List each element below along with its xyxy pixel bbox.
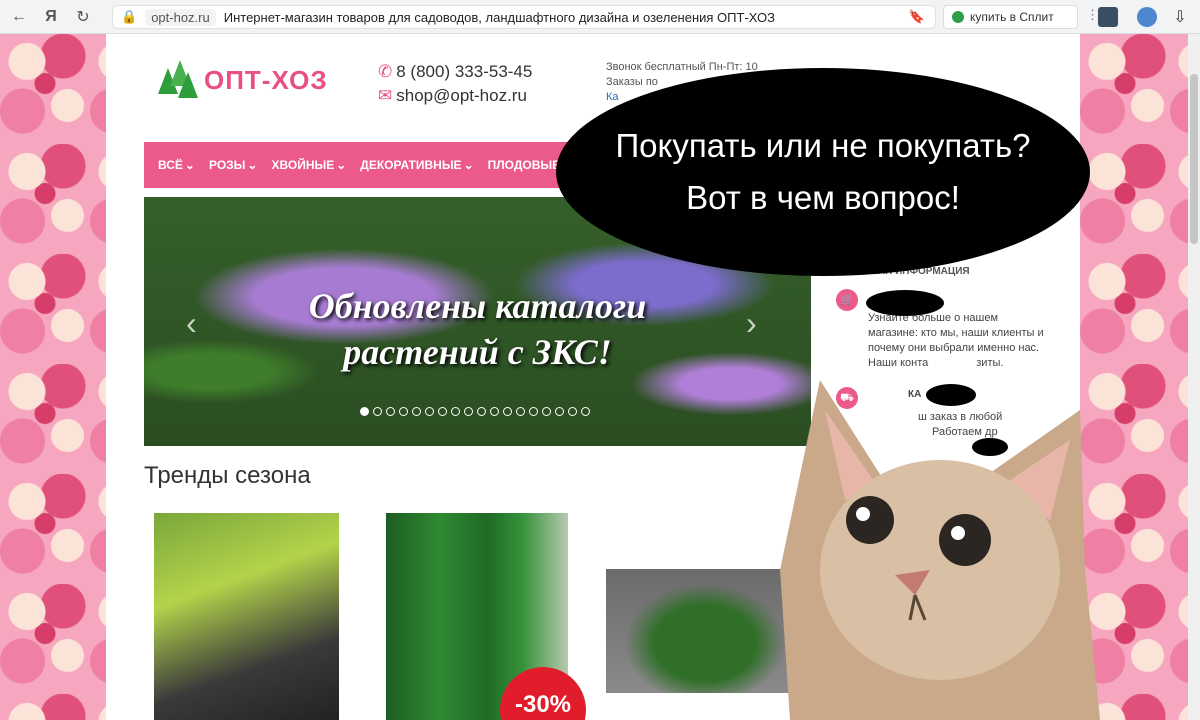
meme-line2: Вот в чем вопрос!: [686, 179, 960, 216]
menu-item[interactable]: ВСЁ: [158, 158, 183, 172]
slider-next-icon[interactable]: ›: [746, 305, 757, 342]
slider-dots: [360, 407, 590, 416]
product-image[interactable]: [154, 513, 339, 720]
about-text: магазине: кто мы, наши клиенты и: [868, 327, 1044, 339]
surprised-cat-image: [780, 380, 1100, 720]
downloads-icon[interactable]: ⇩: [1170, 7, 1190, 27]
reload-icon[interactable]: ↻: [70, 4, 96, 30]
slider-prev-icon[interactable]: ‹: [186, 305, 197, 342]
extension-icon[interactable]: [1098, 7, 1118, 27]
back-icon[interactable]: ←: [6, 4, 32, 30]
slider-dot[interactable]: [464, 407, 473, 416]
split-icon: [952, 11, 964, 23]
chevron-down-icon: ⌄: [336, 158, 347, 172]
slider-dot[interactable]: [581, 407, 590, 416]
scrollbar[interactable]: [1188, 34, 1200, 720]
logo-text: ОПТ-ХОЗ: [204, 64, 328, 95]
rose-background-left: [0, 34, 106, 720]
mail-icon: ✉: [378, 86, 393, 105]
chevron-down-icon: ⌄: [247, 158, 258, 172]
trees-icon: [158, 58, 198, 102]
menu-item[interactable]: ПЛОДОВЫЕ: [488, 158, 561, 172]
phone-icon: ✆: [378, 62, 393, 81]
cart-icon: 🛒: [836, 289, 858, 311]
slider-dot[interactable]: [568, 407, 577, 416]
slider-dot[interactable]: [529, 407, 538, 416]
phone-number[interactable]: 8 (800) 333-53-45: [396, 62, 532, 81]
menu-item[interactable]: ХВОЙНЫЕ: [271, 158, 334, 172]
slider-dot[interactable]: [490, 407, 499, 416]
slider-dot[interactable]: [386, 407, 395, 416]
slider-dot[interactable]: [451, 407, 460, 416]
slider-dot[interactable]: [503, 407, 512, 416]
menu-item[interactable]: ДЕКОРАТИВНЫЕ: [360, 158, 461, 172]
slider-dot[interactable]: [438, 407, 447, 416]
slide-caption-line2: растений с ЗКС!: [343, 332, 612, 372]
slider-dot[interactable]: [477, 407, 486, 416]
redaction-mark: [866, 290, 944, 316]
about-text: Наши конта: [868, 357, 929, 369]
address-bar[interactable]: 🔒 opt-hoz.ru Интернет-магазин товаров дл…: [112, 5, 936, 29]
page-title: Интернет-магазин товаров для садоводов, …: [223, 9, 775, 25]
slide-caption-line1: Обновлены каталоги: [308, 286, 647, 326]
about-text: зиты.: [976, 357, 1004, 369]
url-domain: opt-hoz.ru: [145, 8, 216, 26]
chevron-down-icon: ⌄: [463, 158, 474, 172]
split-button-label: купить в Сплит: [970, 10, 1054, 24]
contacts: ✆ 8 (800) 333-53-45 ✉ shop@opt-hoz.ru: [378, 60, 532, 108]
slider-dot[interactable]: [399, 407, 408, 416]
meme-speech-bubble: Покупать или не покупать? Вот в чем вопр…: [556, 68, 1090, 276]
email-link[interactable]: shop@opt-hoz.ru: [396, 86, 527, 105]
slider-dot[interactable]: [373, 407, 382, 416]
chevron-down-icon: ⌄: [184, 158, 195, 172]
split-buy-button[interactable]: купить в Сплит: [943, 5, 1078, 29]
profile-icon[interactable]: [1137, 7, 1157, 27]
menu-item[interactable]: РОЗЫ: [209, 158, 245, 172]
scroll-thumb[interactable]: [1190, 74, 1198, 244]
trends-heading: Тренды сезона: [144, 462, 311, 489]
lock-icon: 🔒: [121, 9, 138, 24]
slider-dot[interactable]: [360, 407, 369, 416]
slider-dot[interactable]: [555, 407, 564, 416]
logo[interactable]: ОПТ-ХОЗ: [158, 58, 328, 102]
about-text: почему они выбрали именно нас.: [868, 342, 1040, 354]
yandex-icon[interactable]: Я: [38, 4, 64, 30]
slider-dot[interactable]: [412, 407, 421, 416]
bookmark-icon[interactable]: 🔖: [909, 9, 925, 25]
meme-line1: Покупать или не покупать?: [615, 127, 1031, 164]
slider-dot[interactable]: [425, 407, 434, 416]
slider-dot[interactable]: [516, 407, 525, 416]
browser-toolbar: ← Я ↻ 🔒 opt-hoz.ru Интернет-магазин това…: [0, 0, 1200, 34]
slide-caption: Обновлены каталоги растений с ЗКС!: [144, 283, 811, 375]
slider-dot[interactable]: [542, 407, 551, 416]
